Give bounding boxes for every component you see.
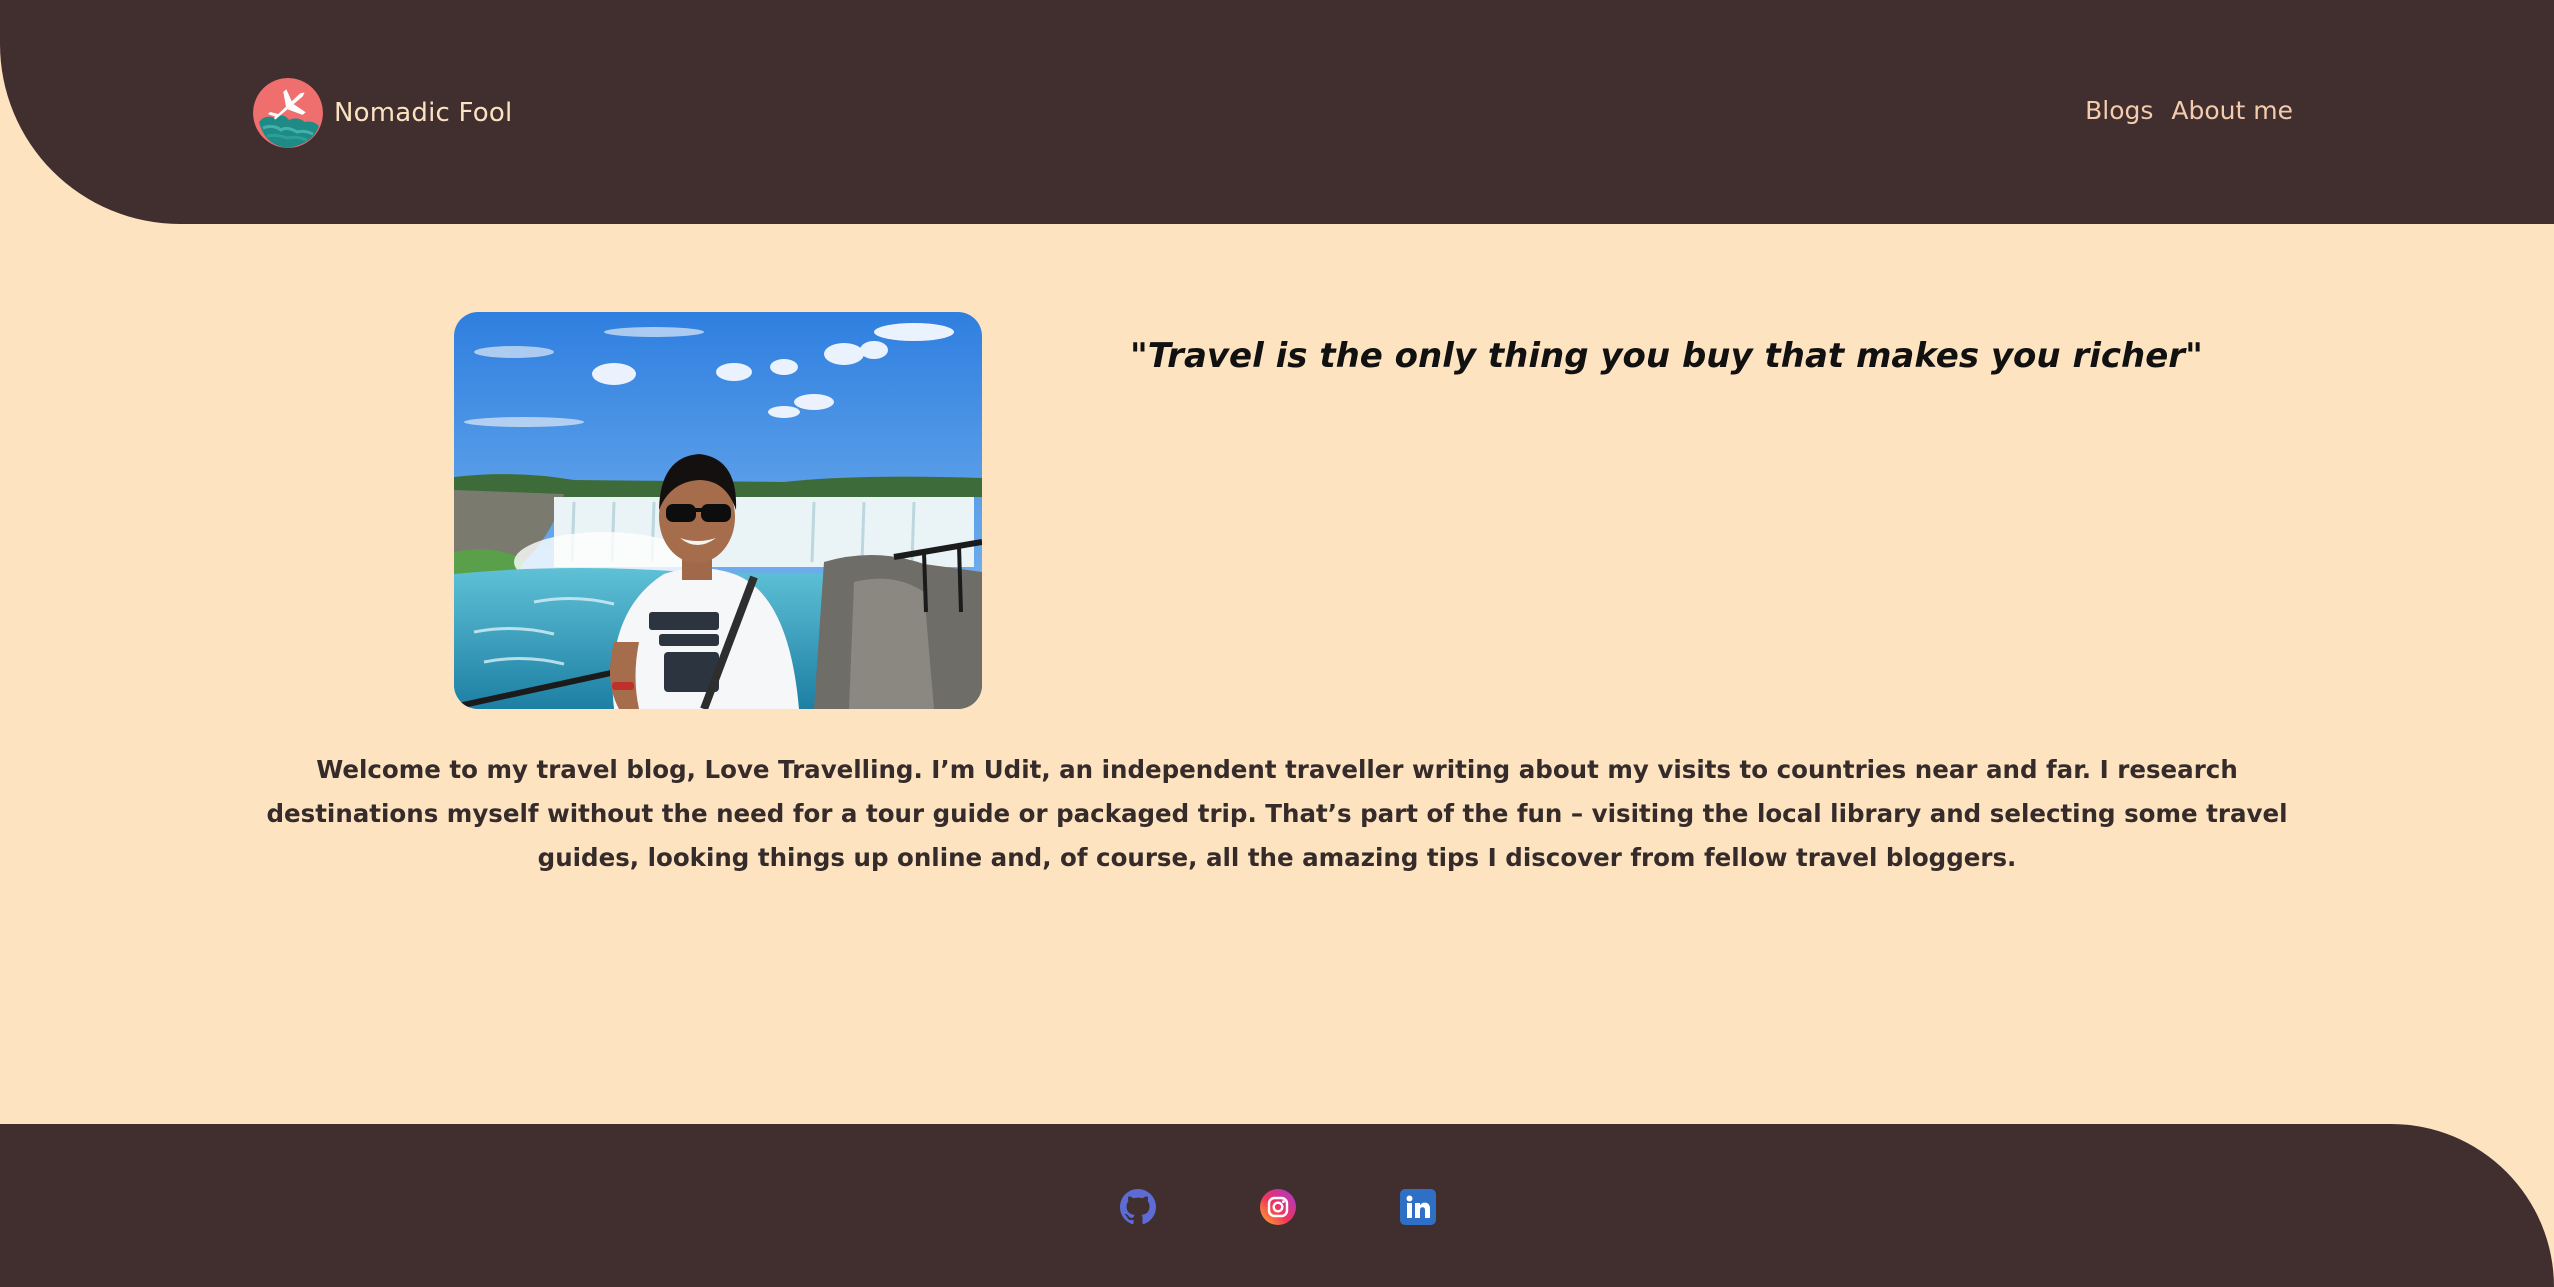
intro-paragraph: Welcome to my travel blog, Love Travelli…: [266, 755, 2288, 872]
quote-close-mark: ": [2185, 336, 2203, 376]
quote-open-mark: ": [1130, 336, 1148, 376]
airplane-globe-icon: [253, 78, 323, 148]
nav-link-blogs[interactable]: Blogs: [2085, 96, 2153, 125]
travel-quote: "Travel is the only thing you buy that m…: [1130, 336, 2203, 376]
instagram-icon[interactable]: [1260, 1189, 1296, 1225]
linkedin-icon[interactable]: [1400, 1189, 1436, 1225]
brand-name: Nomadic Fool: [334, 98, 513, 128]
site-header: Nomadic Fool Blogs About me: [0, 0, 2554, 224]
brand-home-link[interactable]: Nomadic Fool: [253, 77, 512, 149]
nav-link-about-me[interactable]: About me: [2171, 96, 2293, 125]
github-icon[interactable]: [1120, 1189, 1156, 1225]
main-nav: Blogs About me: [2085, 96, 2293, 125]
profile-photo: [454, 312, 982, 709]
quote-text: Travel is the only thing you buy that ma…: [1147, 336, 2186, 376]
